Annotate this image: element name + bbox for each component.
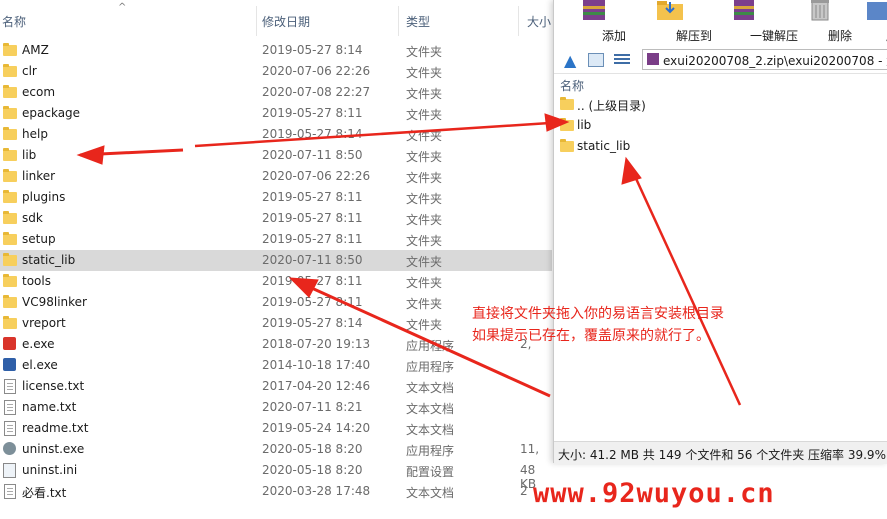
arrow-head [621, 156, 642, 185]
instruction-line-1: 直接将文件夹拖入你的易语言安装根目录 [472, 306, 724, 322]
arrow-to-rar-static-lib [631, 171, 742, 406]
arrow-to-left-lib [194, 120, 566, 148]
arrow-head [288, 277, 319, 298]
site-watermark: www.92wuyou.cn [533, 478, 775, 509]
arrow-head [76, 145, 105, 165]
instruction-line-2: 如果提示已存在，覆盖原来的就行了。 [472, 328, 710, 344]
arrow-head [544, 113, 570, 132]
annotation-arrows [76, 113, 742, 406]
